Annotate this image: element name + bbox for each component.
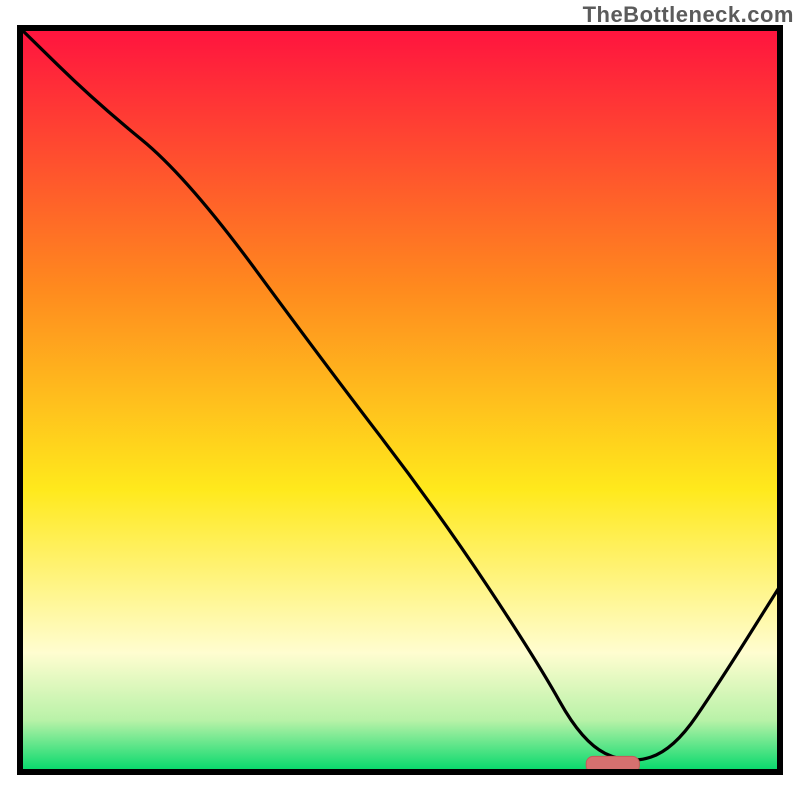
watermark-text: TheBottleneck.com [583,2,794,28]
bottleneck-chart [0,0,800,800]
chart-container: TheBottleneck.com [0,0,800,800]
plot-background [20,28,780,772]
